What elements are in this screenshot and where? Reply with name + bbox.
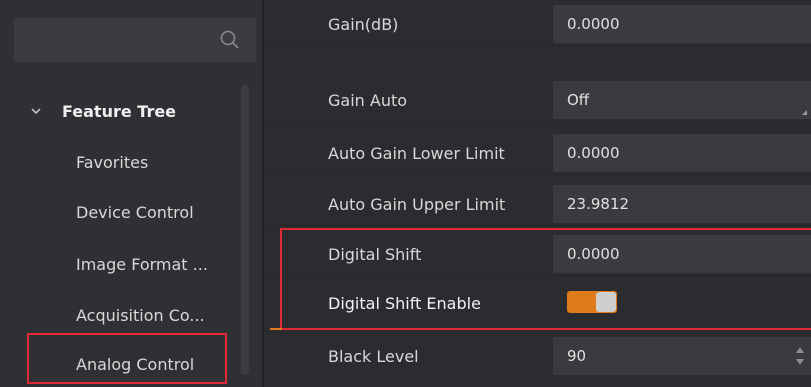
property-label: Auto Gain Upper Limit bbox=[328, 194, 506, 214]
digital-shift-highlight bbox=[280, 228, 811, 330]
tree-item-label: Acquisition Co... bbox=[76, 305, 205, 325]
property-value: Off bbox=[567, 91, 590, 109]
property-label: Black Level bbox=[328, 346, 419, 366]
chevron-down-icon[interactable] bbox=[30, 105, 42, 117]
tree-item-label: Image Format ... bbox=[76, 254, 208, 274]
property-value: 0.0000 bbox=[567, 144, 620, 162]
property-value: 0.0000 bbox=[567, 15, 620, 33]
property-row-auto-gain-upper-limit: Auto Gain Upper Limit 23.9812 bbox=[264, 182, 811, 226]
feature-tree-header[interactable]: Feature Tree bbox=[30, 96, 176, 126]
black-level-spinner[interactable]: 90 bbox=[553, 337, 811, 375]
tree-item-image-format[interactable]: Image Format ... bbox=[76, 249, 208, 279]
tree-item-label: Device Control bbox=[76, 202, 194, 222]
row-divider bbox=[264, 174, 811, 175]
tree-item-favorites[interactable]: Favorites bbox=[76, 147, 148, 177]
property-row-auto-gain-lower-limit: Auto Gain Lower Limit 0.0000 bbox=[264, 131, 811, 175]
property-row-gain: Gain(dB) 0.0000 bbox=[264, 2, 811, 46]
property-value: 90 bbox=[567, 347, 587, 365]
selected-item-highlight bbox=[27, 333, 227, 384]
property-row-gain-auto: Gain Auto Off bbox=[264, 78, 811, 122]
row-divider bbox=[264, 45, 811, 46]
spinner-arrows-icon[interactable] bbox=[795, 344, 805, 368]
sidebar-scrollbar[interactable] bbox=[241, 85, 249, 375]
tree-item-device-control[interactable]: Device Control bbox=[76, 197, 194, 227]
feature-tree-title: Feature Tree bbox=[62, 101, 177, 121]
property-label: Gain(dB) bbox=[328, 14, 399, 34]
row-divider bbox=[264, 225, 811, 226]
search-input[interactable] bbox=[14, 18, 256, 62]
property-value: 23.9812 bbox=[567, 195, 630, 213]
accent-line bbox=[270, 328, 282, 330]
property-label: Auto Gain Lower Limit bbox=[328, 143, 505, 163]
tree-item-acquisition-control[interactable]: Acquisition Co... bbox=[76, 300, 205, 330]
row-divider bbox=[264, 121, 811, 122]
tree-item-label: Favorites bbox=[76, 152, 149, 172]
sidebar: Feature Tree Favorites Device Control Im… bbox=[0, 0, 262, 387]
auto-gain-upper-limit-field[interactable]: 23.9812 bbox=[553, 185, 811, 223]
search-icon[interactable] bbox=[218, 28, 242, 52]
dropdown-arrow-icon[interactable] bbox=[802, 110, 807, 115]
property-row-black-level: Black Level 90 bbox=[264, 334, 811, 378]
auto-gain-lower-limit-field[interactable]: 0.0000 bbox=[553, 134, 811, 172]
gain-value-field[interactable]: 0.0000 bbox=[553, 5, 811, 43]
property-label: Gain Auto bbox=[328, 90, 408, 110]
gain-auto-dropdown[interactable]: Off bbox=[553, 81, 811, 119]
